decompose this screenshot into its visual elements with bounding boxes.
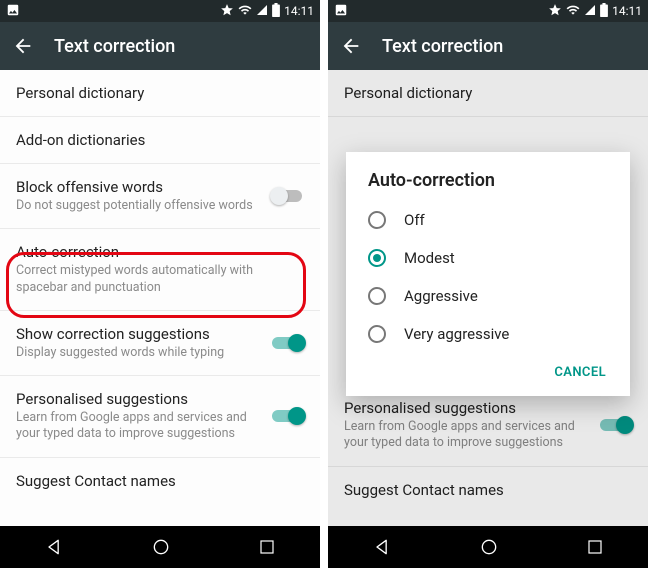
dialog-option-very-aggressive[interactable]: Very aggressive bbox=[346, 315, 630, 353]
settings-list: Personal dictionary Add-on dictionaries … bbox=[0, 70, 320, 526]
battery-icon bbox=[272, 3, 280, 20]
setting-title: Personalised suggestions bbox=[16, 390, 304, 408]
nav-bar bbox=[0, 526, 320, 568]
setting-show-suggestions[interactable]: Show correction suggestions Display sugg… bbox=[0, 311, 320, 376]
radio-icon bbox=[368, 325, 386, 343]
status-bar: 14:11 bbox=[0, 0, 320, 22]
setting-title: Personal dictionary bbox=[16, 84, 304, 102]
wifi-icon bbox=[238, 3, 252, 20]
star-icon bbox=[548, 3, 562, 20]
toggle-show-suggestions[interactable] bbox=[272, 334, 306, 352]
option-label: Modest bbox=[404, 249, 455, 267]
radio-icon bbox=[368, 287, 386, 305]
nav-back-icon[interactable] bbox=[44, 537, 64, 557]
setting-title: Auto-correction bbox=[16, 243, 304, 261]
signal-icon bbox=[256, 4, 268, 19]
setting-personalised[interactable]: Personalised suggestions Learn from Goog… bbox=[0, 376, 320, 458]
dialog-option-aggressive[interactable]: Aggressive bbox=[346, 277, 630, 315]
page-title: Text correction bbox=[54, 36, 175, 57]
nav-recent-icon[interactable] bbox=[586, 538, 604, 556]
setting-block-offensive[interactable]: Block offensive words Do not suggest pot… bbox=[0, 164, 320, 229]
screenshot-settings-list: 14:11 Text correction Personal dictionar… bbox=[0, 0, 320, 568]
star-icon bbox=[220, 3, 234, 20]
setting-personal-dictionary[interactable]: Personal dictionary bbox=[0, 70, 320, 117]
dialog-actions: CANCEL bbox=[346, 353, 630, 390]
status-time: 14:11 bbox=[284, 4, 314, 18]
status-time: 14:11 bbox=[612, 4, 642, 18]
nav-home-icon[interactable] bbox=[151, 537, 171, 557]
option-label: Aggressive bbox=[404, 287, 478, 305]
setting-subtitle: Learn from Google apps and services and … bbox=[16, 410, 304, 443]
option-label: Off bbox=[404, 211, 425, 229]
setting-title: Suggest Contact names bbox=[16, 472, 304, 490]
nav-bar bbox=[328, 526, 648, 568]
setting-auto-correction[interactable]: Auto-correction Correct mistyped words a… bbox=[0, 229, 320, 311]
setting-title: Block offensive words bbox=[16, 178, 304, 196]
dialog-option-off[interactable]: Off bbox=[346, 201, 630, 239]
setting-title: Add-on dictionaries bbox=[16, 131, 304, 149]
setting-title: Show correction suggestions bbox=[16, 325, 304, 343]
nav-home-icon[interactable] bbox=[479, 537, 499, 557]
picture-icon bbox=[334, 3, 348, 20]
auto-correction-dialog: Auto-correction Off Modest Aggressive Ve… bbox=[346, 152, 630, 396]
back-icon[interactable] bbox=[340, 35, 362, 57]
option-label: Very aggressive bbox=[404, 325, 509, 343]
nav-back-icon[interactable] bbox=[372, 537, 392, 557]
setting-subtitle: Display suggested words while typing bbox=[16, 345, 304, 361]
cancel-button[interactable]: CANCEL bbox=[544, 359, 616, 386]
picture-icon bbox=[6, 3, 20, 20]
toggle-personalised[interactable] bbox=[272, 407, 306, 425]
page-title: Text correction bbox=[382, 36, 503, 57]
app-bar: Text correction bbox=[0, 22, 320, 70]
dialog-option-modest[interactable]: Modest bbox=[346, 239, 630, 277]
nav-recent-icon[interactable] bbox=[258, 538, 276, 556]
back-icon[interactable] bbox=[12, 35, 34, 57]
toggle-block-offensive[interactable] bbox=[272, 187, 306, 205]
setting-addon-dictionaries[interactable]: Add-on dictionaries bbox=[0, 117, 320, 164]
radio-icon bbox=[368, 249, 386, 267]
battery-icon bbox=[600, 3, 608, 20]
signal-icon bbox=[584, 4, 596, 19]
setting-subtitle: Correct mistyped words automatically wit… bbox=[16, 263, 304, 296]
setting-subtitle: Do not suggest potentially offensive wor… bbox=[16, 198, 304, 214]
radio-icon bbox=[368, 211, 386, 229]
wifi-icon bbox=[566, 3, 580, 20]
dialog-title: Auto-correction bbox=[346, 170, 630, 201]
status-bar: 14:11 bbox=[328, 0, 648, 22]
setting-suggest-contacts[interactable]: Suggest Contact names bbox=[0, 458, 320, 496]
screenshot-dialog: 14:11 Text correction Personal dictionar… bbox=[328, 0, 648, 568]
app-bar: Text correction bbox=[328, 22, 648, 70]
